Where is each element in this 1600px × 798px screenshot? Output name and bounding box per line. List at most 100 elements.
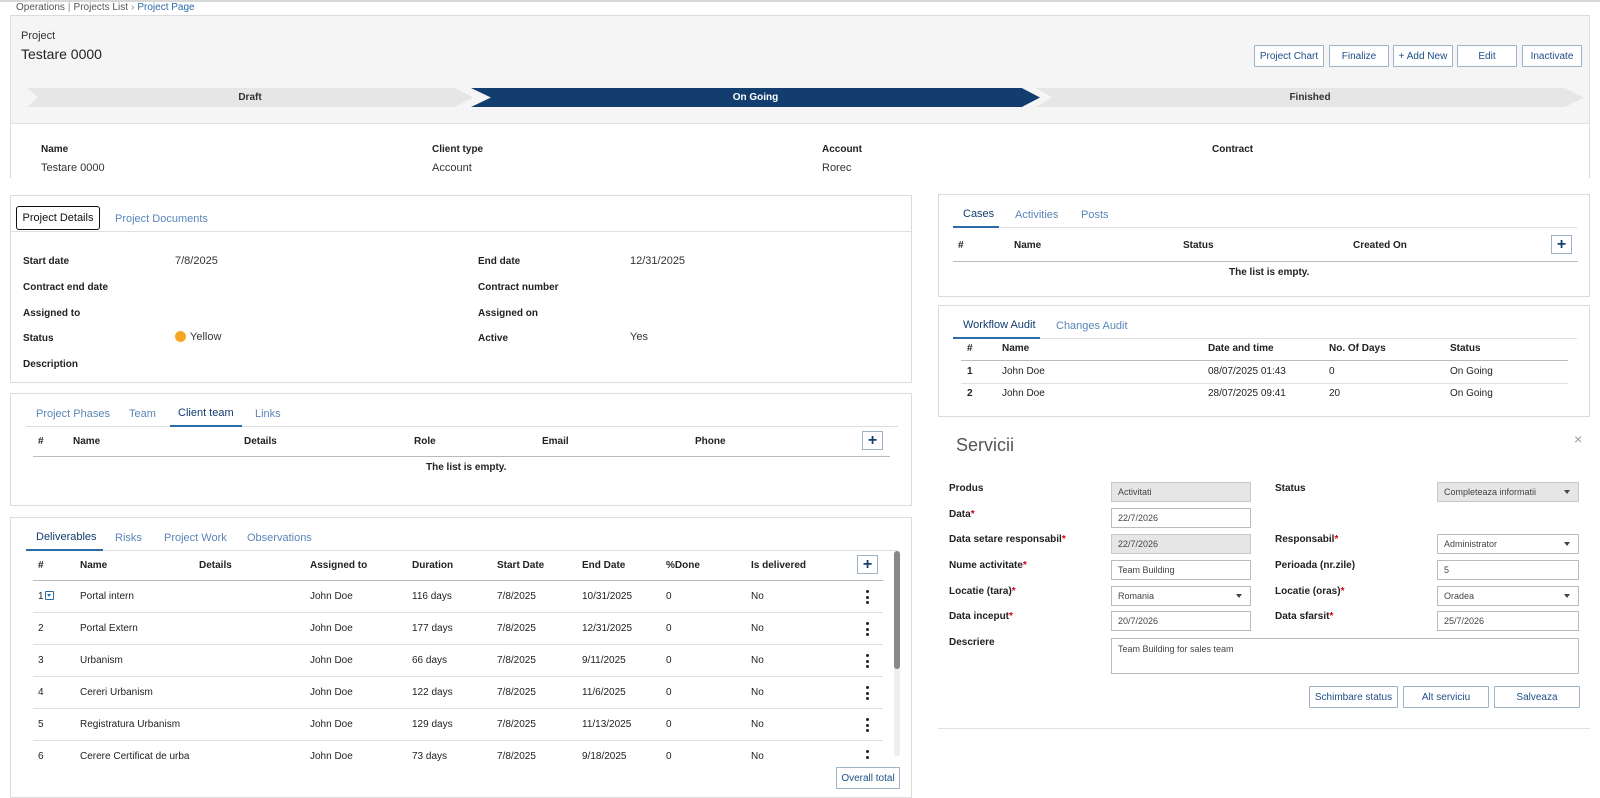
table-row[interactable]: 4 Cereri Urbanism John Doe 122 days 7/8/2025…	[11, 677, 891, 709]
add-new-button[interactable]: + Add New	[1393, 45, 1453, 67]
data-sfarsit-field[interactable]: 25/7/2026	[1437, 611, 1579, 631]
add-client-team-button[interactable]: +	[862, 431, 883, 450]
divider	[11, 231, 911, 232]
project-chart-button[interactable]: Project Chart	[1254, 45, 1324, 67]
locatie-tara-label: Locatie (tara)*	[949, 586, 1016, 597]
tab-project-phases[interactable]: Project Phases	[36, 408, 110, 420]
responsabil-select[interactable]: Administrator	[1437, 534, 1579, 554]
more-options-icon[interactable]	[861, 750, 873, 761]
deliverable-percent-done: 0	[666, 719, 672, 730]
tab-project-details[interactable]: Project Details	[16, 206, 100, 230]
alt-serviciu-button[interactable]: Alt serviciu	[1403, 686, 1489, 708]
table-row[interactable]: 6 Cerere Certificat de urba John Doe 73 day…	[11, 741, 891, 761]
tab-project-documents[interactable]: Project Documents	[115, 213, 208, 225]
more-options-icon[interactable]	[861, 718, 873, 732]
more-options-icon[interactable]	[861, 654, 873, 668]
active-value: Yes	[630, 331, 648, 343]
data-inceput-label-text: Data inceput	[949, 611, 1010, 622]
scrollbar-thumb[interactable]	[894, 551, 900, 669]
close-icon[interactable]: ×	[1574, 431, 1582, 447]
table-row[interactable]: 3 Urbanism John Doe 66 days 7/8/2025 9/11/202…	[11, 645, 891, 677]
scrollbar-track[interactable]	[894, 551, 900, 756]
more-options-icon[interactable]	[861, 622, 873, 636]
required-mark: *	[1022, 560, 1027, 571]
tab-risks[interactable]: Risks	[115, 532, 142, 544]
account-label: Account	[822, 144, 862, 155]
audit-row-date: 08/07/2025 01:43	[1208, 366, 1286, 377]
tab-workflow-audit[interactable]: Workflow Audit	[963, 319, 1036, 331]
tab-changes-audit[interactable]: Changes Audit	[1056, 320, 1128, 332]
tabs-divider	[953, 227, 1577, 228]
data-sfarsit-label: Data sfarsit*	[1275, 611, 1333, 622]
stage-finished[interactable]: Finished	[1036, 88, 1584, 107]
deliverable-end-date: 11/6/2025	[582, 687, 626, 698]
stage-draft[interactable]: Draft	[27, 88, 473, 107]
breadcrumb-projects-list[interactable]: Projects List	[74, 2, 128, 13]
deliverable-percent-done: 0	[666, 751, 672, 761]
more-options-icon[interactable]	[861, 686, 873, 700]
deliverable-duration: 73 days	[412, 751, 448, 761]
descriere-textarea[interactable]: Team Building for sales team	[1111, 638, 1579, 674]
deliverable-assigned-to: John Doe	[310, 655, 353, 666]
stage-on-going[interactable]: On Going	[471, 88, 1040, 107]
deliverable-percent-done: 0	[666, 591, 672, 602]
tab-cases[interactable]: Cases	[963, 208, 994, 220]
account-link[interactable]: Rorec	[822, 162, 851, 174]
breadcrumb-current[interactable]: Project Page	[137, 2, 194, 13]
chevron-down-icon	[1564, 542, 1570, 546]
kebab-dot	[865, 665, 869, 668]
project-details-panel: Project Details Project Documents Start …	[10, 195, 912, 383]
header-divider	[33, 456, 890, 457]
col-phone: Phone	[695, 436, 726, 447]
tab-activities[interactable]: Activities	[1015, 209, 1058, 221]
table-row[interactable]: 2 Portal Extern John Doe 177 days 7/8/2025 12…	[11, 613, 891, 645]
table-row[interactable]: 5 Registratura Urbanism John Doe 129 days 7/…	[11, 709, 891, 741]
deliverable-is-delivered: No	[751, 591, 764, 602]
perioada-field[interactable]: 5	[1437, 560, 1579, 580]
tab-deliverables[interactable]: Deliverables	[36, 531, 97, 543]
data-field[interactable]: 22/7/2026	[1111, 508, 1251, 528]
finalize-button[interactable]: Finalize	[1329, 45, 1389, 67]
project-summary	[11, 123, 1589, 178]
tab-team[interactable]: Team	[129, 408, 156, 420]
nume-activitate-field[interactable]: Team Building	[1111, 560, 1251, 580]
data-inceput-field[interactable]: 20/7/2026	[1111, 611, 1251, 631]
tab-project-work[interactable]: Project Work	[164, 532, 227, 544]
chevron-down-icon	[1564, 594, 1570, 598]
deliverable-end-date: 10/31/2025	[582, 591, 633, 602]
salveaza-button[interactable]: Salveaza	[1494, 686, 1580, 708]
table-row[interactable]: 1 Portal intern John Doe 116 days 7/8/2025 10…	[11, 581, 891, 613]
tab-observations[interactable]: Observations	[247, 532, 312, 544]
edit-button[interactable]: Edit	[1457, 45, 1517, 67]
tab-client-team[interactable]: Client team	[178, 407, 234, 419]
locatie-oras-select[interactable]: Oradea	[1437, 586, 1579, 606]
required-mark: *	[1061, 534, 1066, 545]
add-case-button[interactable]: +	[1551, 235, 1572, 254]
tab-posts[interactable]: Posts	[1081, 209, 1109, 221]
tab-links[interactable]: Links	[255, 408, 281, 420]
data-label-text: Data	[949, 509, 971, 520]
add-deliverable-button[interactable]: +	[857, 555, 878, 574]
inactivate-button[interactable]: Inactivate	[1522, 45, 1582, 67]
more-options-icon[interactable]	[861, 590, 873, 604]
locatie-oras-label-text: Locatie (oras)	[1275, 586, 1341, 597]
locatie-tara-select[interactable]: Romania	[1111, 586, 1251, 606]
breadcrumb-operations[interactable]: Operations	[16, 2, 65, 13]
overall-total-button[interactable]: Overall total	[836, 767, 900, 789]
kebab-dot	[865, 718, 869, 721]
schimbare-status-button[interactable]: Schimbare status	[1309, 686, 1398, 708]
kebab-dot	[865, 595, 869, 599]
tabs-divider	[953, 338, 1577, 339]
col-no-of-days: No. Of Days	[1329, 343, 1386, 354]
col-assigned-to: Assigned to	[310, 560, 368, 571]
col-role: Role	[414, 436, 436, 447]
expand-icon[interactable]	[45, 591, 54, 600]
start-date-label: Start date	[23, 256, 70, 267]
status-label: Status	[1275, 483, 1306, 494]
deliverable-number: 1	[38, 591, 44, 602]
project-label: Project	[21, 30, 56, 42]
data-setare-label: Data setare responsabil*	[949, 534, 1066, 545]
audit-row-name: John Doe	[1002, 366, 1045, 377]
deliverable-end-date: 9/11/2025	[582, 655, 626, 666]
name-value: Testare 0000	[41, 162, 105, 174]
